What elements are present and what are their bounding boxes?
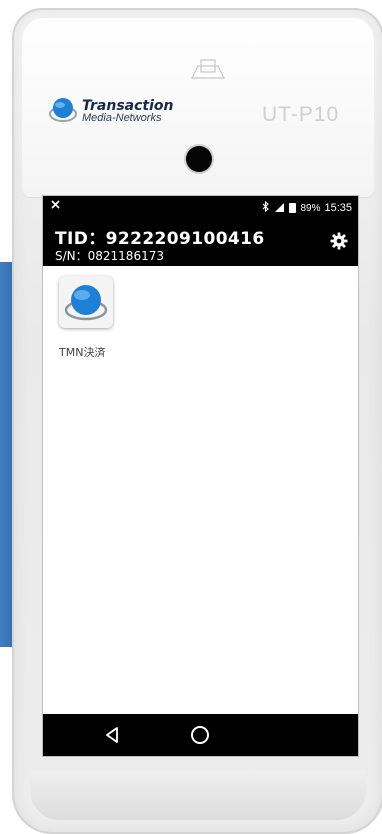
home-circle-icon[interactable] xyxy=(191,726,209,744)
tmn-payment-app-icon[interactable] xyxy=(59,276,113,328)
tmn-payment-app-label[interactable]: TMN決済 xyxy=(59,344,105,360)
back-triangle-icon[interactable] xyxy=(103,725,123,745)
gear-icon[interactable] xyxy=(330,232,348,250)
serial-number: S/N：0821186173 xyxy=(55,249,164,263)
brand-logo: Transaction Media-Networks xyxy=(48,96,174,126)
terminal-header: TID：9222209100416 S/N：0821186173 xyxy=(43,218,358,266)
battery-icon xyxy=(289,203,297,213)
card-reader-slot-icon xyxy=(190,58,226,80)
device-screen: 89% 15:35 TID：9222209100416 S/N：08211861… xyxy=(43,196,358,756)
bluetooth-icon xyxy=(262,200,270,215)
navigation-bar xyxy=(43,714,358,756)
terminal-id: TID：9222209100416 xyxy=(55,229,265,249)
battery-percent: 89% xyxy=(300,202,321,214)
no-sim-icon xyxy=(51,200,60,212)
terminal-bottom-edge xyxy=(30,770,366,820)
camera-lens xyxy=(186,146,212,172)
status-clock: 15:35 xyxy=(324,202,352,214)
model-label: UT-P10 xyxy=(262,103,340,126)
brand-subname: Media-Networks xyxy=(82,111,162,124)
brand-globe-icon xyxy=(48,96,78,126)
4g-signal-icon xyxy=(274,202,285,215)
brand-name: Transaction xyxy=(82,97,174,114)
status-bar: 89% 15:35 xyxy=(43,196,358,218)
